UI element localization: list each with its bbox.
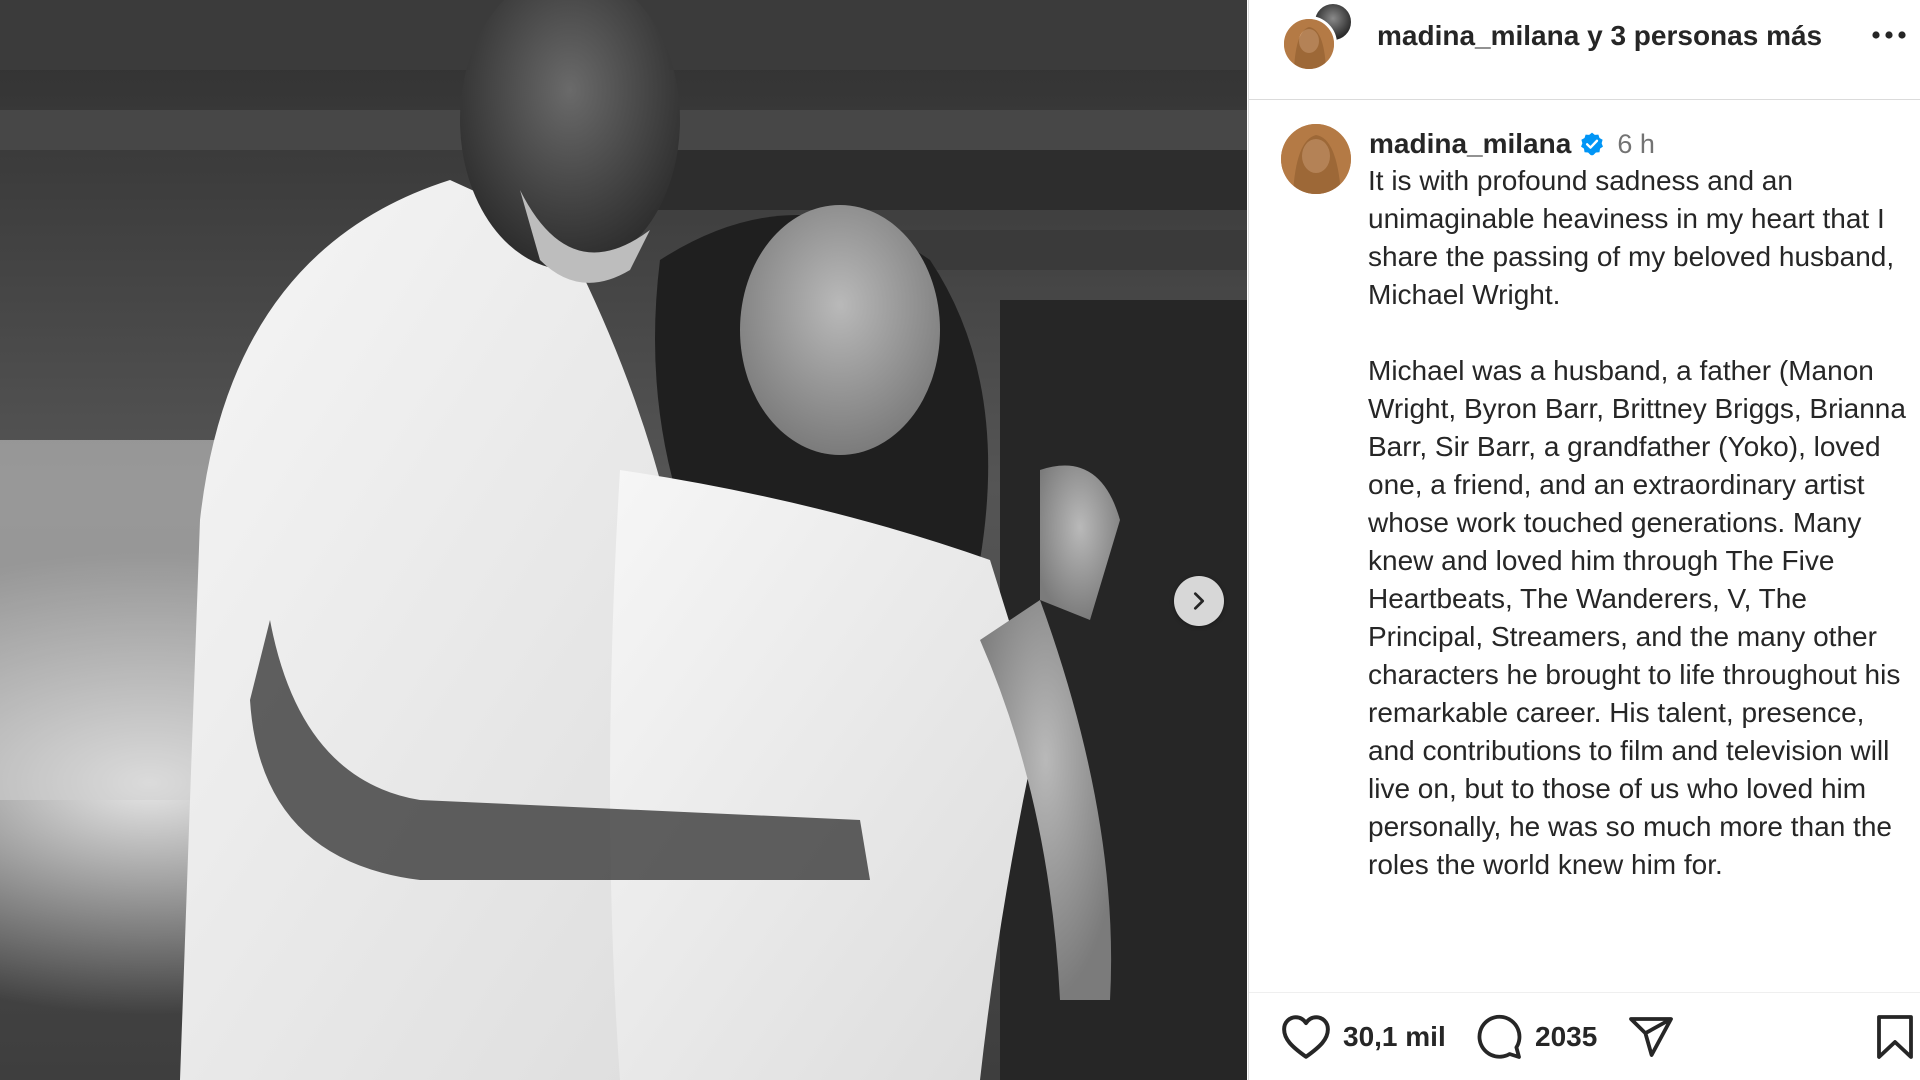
- heart-icon: [1282, 1015, 1330, 1059]
- comment-icon: [1477, 1014, 1522, 1059]
- more-options-button[interactable]: [1867, 20, 1911, 50]
- avatar-image: [1281, 124, 1351, 194]
- avatar[interactable]: [1281, 124, 1351, 194]
- collab-avatars[interactable]: [1281, 2, 1353, 72]
- caption-block: madina_milana 6 h It is with profound sa…: [1249, 100, 1920, 990]
- post-header: madina_milana y 3 personas más: [1249, 0, 1920, 100]
- verified-badge-icon: [1581, 132, 1604, 156]
- chevron-right-icon: [1193, 592, 1205, 610]
- caption-meta: madina_milana 6 h: [1369, 126, 1655, 162]
- header-username[interactable]: madina_milana: [1377, 20, 1579, 51]
- share-icon: [1629, 1017, 1673, 1057]
- header-title: madina_milana y 3 personas más: [1377, 18, 1822, 54]
- caption-username[interactable]: madina_milana: [1369, 128, 1571, 160]
- comment-button[interactable]: 2035: [1475, 993, 1597, 1080]
- bookmark-icon: [1877, 1015, 1913, 1059]
- post-photo[interactable]: [0, 0, 1247, 1080]
- post-timestamp[interactable]: 6 h: [1617, 129, 1655, 160]
- avatar: [1281, 16, 1337, 72]
- save-button[interactable]: [1873, 993, 1917, 1080]
- likes-count[interactable]: 30,1 mil: [1343, 1021, 1446, 1053]
- share-button[interactable]: [1627, 993, 1675, 1080]
- more-horizontal-icon: [1872, 31, 1906, 39]
- avatar-image: [1284, 19, 1334, 69]
- photo-image: [0, 0, 1247, 1080]
- header-collaborators[interactable]: y 3 personas más: [1587, 20, 1822, 51]
- carousel-next-button[interactable]: [1174, 576, 1224, 626]
- caption-text: It is with profound sadness and an unima…: [1368, 165, 1906, 880]
- action-bar: 30,1 mil 2035: [1249, 992, 1920, 1080]
- post-side-panel: madina_milana y 3 personas más madina_mi…: [1248, 0, 1920, 1080]
- comments-count[interactable]: 2035: [1535, 1021, 1597, 1053]
- like-button[interactable]: 30,1 mil: [1281, 993, 1446, 1080]
